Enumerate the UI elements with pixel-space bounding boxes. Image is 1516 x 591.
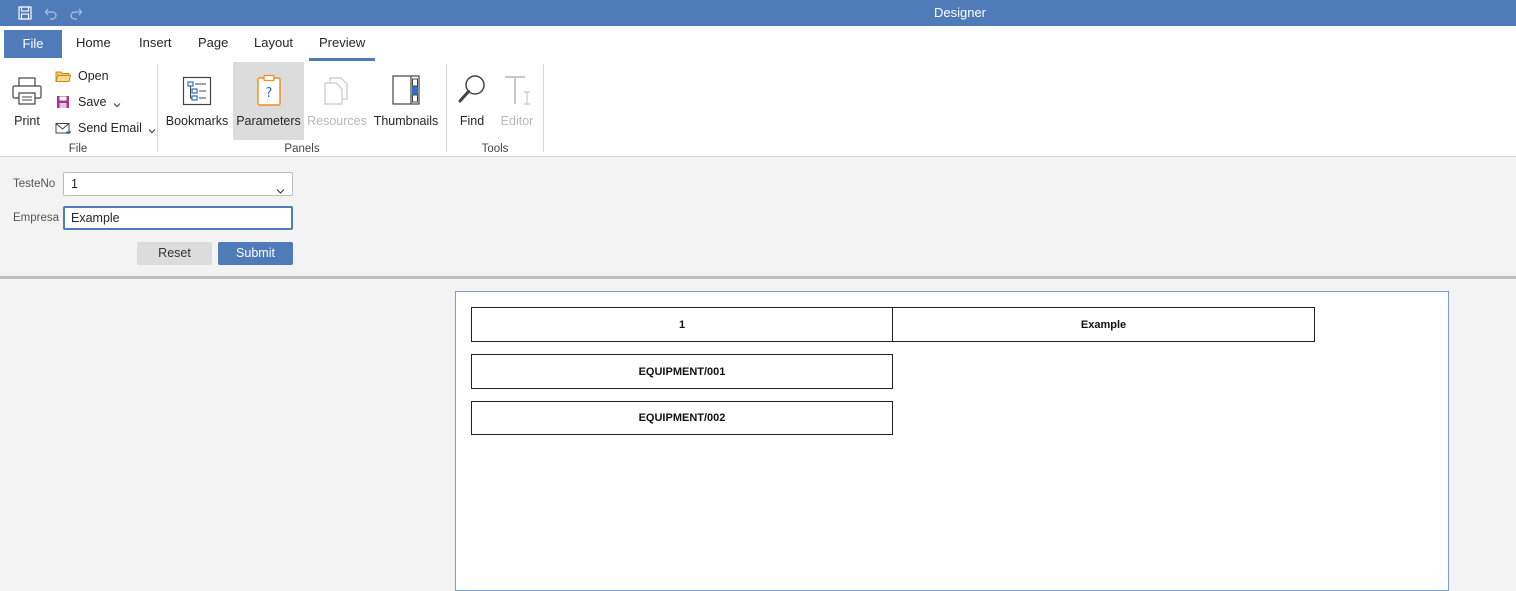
parameters-label: Parameters <box>236 114 301 128</box>
editor-button[interactable]: Editor <box>497 62 537 140</box>
parameters-panel: TesteNo 1 Empresa Example Reset Submit <box>0 157 1516 277</box>
print-button[interactable]: Print <box>6 62 48 140</box>
find-label: Find <box>459 114 485 128</box>
send-email-label: Send Email <box>78 121 142 135</box>
svg-text:?: ? <box>265 86 272 101</box>
file-group-label: File <box>68 143 88 155</box>
teste-no-select[interactable]: 1 <box>63 172 293 196</box>
find-button[interactable]: Find <box>454 62 490 140</box>
folder-icon <box>54 68 72 84</box>
panels-group-label: Panels <box>284 143 320 155</box>
send-email-button[interactable]: Send Email <box>54 117 156 139</box>
tab-layout[interactable]: Layout <box>254 30 293 56</box>
report-page: 1 Example EQUIPMENT/001 EQUIPMENT/002 <box>455 291 1449 591</box>
print-label: Print <box>14 114 40 128</box>
text-editor-icon <box>502 62 532 108</box>
resources-icon <box>322 62 352 108</box>
search-icon <box>457 62 487 108</box>
tab-insert[interactable]: Insert <box>139 30 172 56</box>
report-row-cell: EQUIPMENT/002 <box>471 401 893 435</box>
ribbon-separator <box>543 64 544 152</box>
thumbnails-button[interactable]: Thumbnails <box>371 62 441 140</box>
chevron-down-icon[interactable] <box>148 124 156 134</box>
tab-home[interactable]: Home <box>76 30 111 56</box>
save-button[interactable]: Save <box>54 91 121 113</box>
thumbnails-label: Thumbnails <box>373 114 439 128</box>
teste-no-label: TesteNo <box>13 178 56 190</box>
report-header-cell: 1 <box>471 307 893 342</box>
submit-button[interactable]: Submit <box>218 242 293 265</box>
window-title: Designer <box>933 5 987 20</box>
reset-button[interactable]: Reset <box>137 242 212 265</box>
tab-file[interactable]: File <box>4 30 62 58</box>
teste-no-value: 1 <box>71 177 78 191</box>
ribbon: Print Open Save Send Email File Bookmark… <box>0 62 1516 157</box>
empresa-input[interactable]: Example <box>63 206 293 230</box>
editor-label: Editor <box>500 114 534 128</box>
save-icon <box>54 94 72 110</box>
report-viewer: 1 Example EQUIPMENT/001 EQUIPMENT/002 <box>0 279 1516 591</box>
report-row-cell: EQUIPMENT/001 <box>471 354 893 389</box>
ribbon-tabs: File Home Insert Page Layout Preview <box>0 26 1516 62</box>
empresa-label: Empresa <box>13 212 60 224</box>
save-label: Save <box>78 95 107 109</box>
parameters-button[interactable]: ? Parameters <box>233 62 304 140</box>
bookmarks-button[interactable]: Bookmarks <box>164 62 230 140</box>
printer-icon <box>11 62 43 108</box>
chevron-down-icon[interactable] <box>276 180 285 202</box>
report-header-cell: Example <box>892 307 1315 342</box>
title-bar: Designer <box>0 0 1516 26</box>
chevron-down-icon[interactable] <box>113 98 121 108</box>
tab-preview[interactable]: Preview <box>309 30 376 61</box>
parameters-icon: ? <box>255 62 283 108</box>
tab-page[interactable]: Page <box>198 30 228 56</box>
open-button[interactable]: Open <box>54 65 109 87</box>
thumbnails-icon <box>391 62 421 108</box>
empresa-value: Example <box>71 211 120 225</box>
tools-group-label: Tools <box>481 143 509 155</box>
resources-label: Resources <box>307 114 367 128</box>
resources-button[interactable]: Resources <box>306 62 368 140</box>
mail-icon <box>54 120 72 136</box>
ribbon-separator <box>157 64 158 152</box>
bookmarks-icon <box>182 62 212 108</box>
ribbon-separator <box>446 64 447 152</box>
bookmarks-label: Bookmarks <box>165 114 229 128</box>
open-label: Open <box>78 69 109 83</box>
